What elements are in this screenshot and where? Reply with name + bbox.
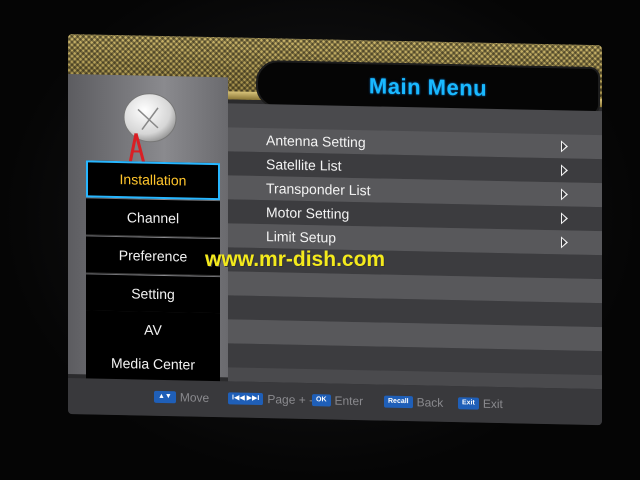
sidebar-item-label: Setting	[131, 285, 175, 303]
sidebar-item-preference[interactable]: Preference	[86, 236, 220, 277]
hint-back: Recall Back	[384, 395, 443, 410]
hint-label: Page + -	[267, 392, 314, 408]
hint-label: Move	[179, 390, 210, 405]
hint-move: ▲▼ Move	[154, 390, 209, 405]
satellite-dish-icon	[123, 93, 177, 164]
submenu-item-label: Satellite List	[266, 156, 342, 174]
sidebar-item-label: Media Center	[110, 354, 196, 373]
chevron-right-icon	[561, 236, 568, 249]
hint-label: Enter	[334, 393, 364, 409]
ok-key-icon: OK	[312, 394, 331, 407]
sidebar-item-label: Channel	[126, 209, 180, 227]
chevron-right-icon	[561, 140, 568, 153]
page-title: Main Menu	[368, 73, 488, 101]
submenu-item-label: Antenna Setting	[266, 132, 366, 151]
watermark-text: www.mr-dish.com	[205, 248, 386, 271]
hint-enter: OK Enter	[312, 393, 363, 408]
chevron-right-icon	[561, 188, 568, 201]
chevron-right-icon	[561, 212, 568, 225]
submenu-item-label: Motor Setting	[266, 204, 350, 222]
exit-key-icon: Exit	[458, 397, 479, 410]
osd-screen: Main Menu Installation Channel Preferenc…	[68, 34, 602, 426]
submenu-item-label: Transponder List	[266, 180, 371, 199]
hint-label: Exit	[482, 396, 503, 412]
recall-key-icon: Recall	[384, 395, 413, 409]
submenu-panel: Antenna Setting Satellite List Transpond…	[228, 103, 602, 390]
hint-label: Back	[416, 395, 444, 410]
chevron-right-icon	[561, 164, 568, 177]
sidebar-item-label: Installation	[119, 171, 187, 189]
sidebar-item-setting[interactable]: Setting	[86, 274, 220, 315]
page-key-icon: I◀◀ ▶▶I	[228, 392, 264, 406]
hint-page: I◀◀ ▶▶I Page + -	[228, 391, 313, 407]
sidebar-item-label: AV	[144, 321, 162, 338]
hint-exit: Exit Exit	[458, 396, 503, 411]
sidebar-item-label: Preference	[118, 247, 188, 265]
sidebar-item-installation[interactable]: Installation	[86, 160, 220, 201]
move-key-icon: ▲▼	[154, 390, 176, 404]
tv-frame: Main Menu Installation Channel Preferenc…	[0, 0, 640, 480]
sidebar-item-channel[interactable]: Channel	[86, 198, 220, 239]
submenu-item-label: Limit Setup	[266, 228, 337, 246]
